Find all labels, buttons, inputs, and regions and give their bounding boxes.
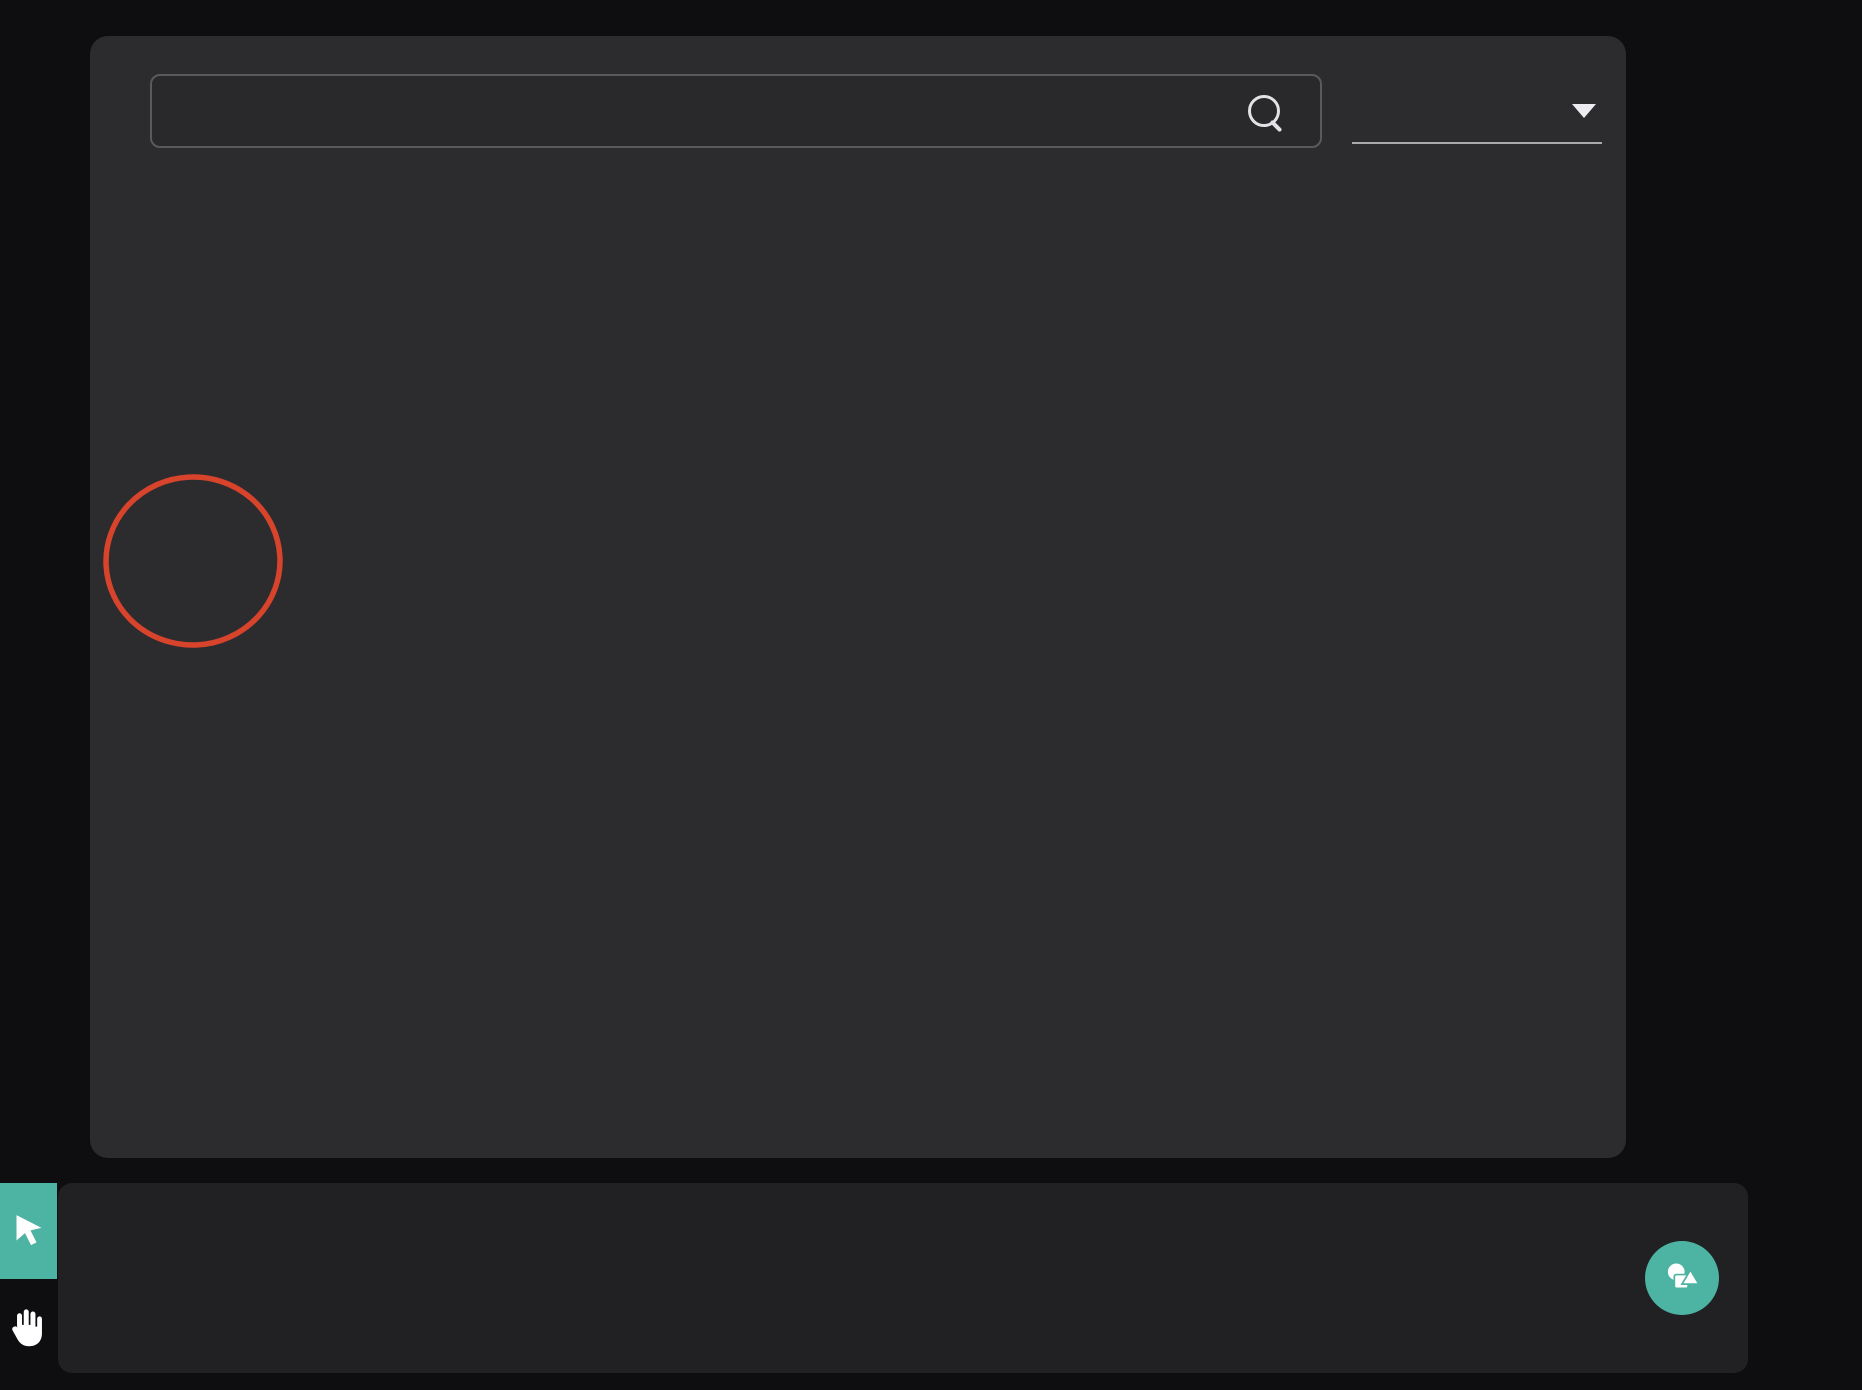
search-icon [1248,95,1280,127]
annotation-red-circle[interactable] [100,472,286,650]
search-input[interactable] [152,94,1248,128]
search-box [150,74,1322,148]
toolbar-strip [58,1183,1748,1373]
shape-library-button[interactable] [1645,1241,1719,1315]
version-filter-dropdown[interactable] [1352,80,1602,144]
hand-tool[interactable] [2,1294,52,1362]
shape-picker-dialog [90,36,1626,1158]
chevron-down-icon [1572,104,1596,118]
select-tool[interactable] [0,1183,57,1279]
